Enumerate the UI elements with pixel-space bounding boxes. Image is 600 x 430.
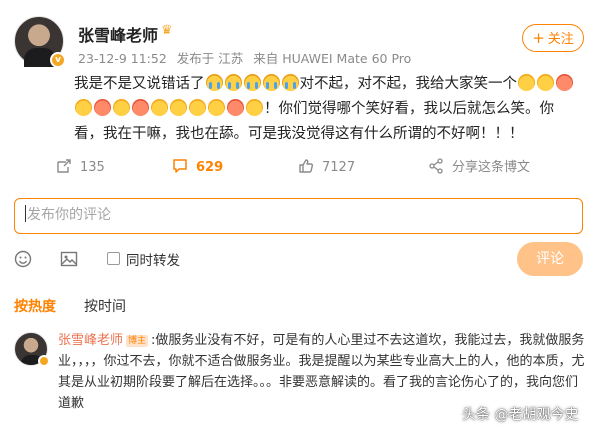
post-device: 来自 HUAWEI Mate 60 Pro <box>253 51 412 66</box>
commenter-name[interactable]: 张雪峰老师 <box>58 333 123 348</box>
post-time[interactable]: 23-12-9 11:52 <box>78 51 167 66</box>
watermark: 头条 @老胡观今史 <box>462 407 579 423</box>
forward-button[interactable]: 135 <box>56 156 105 180</box>
grin-emoji-icon <box>537 74 554 91</box>
follow-label: 关注 <box>547 32 574 47</box>
comment-input[interactable]: 发布你的评论 <box>14 198 583 234</box>
repost-checkbox[interactable] <box>107 252 120 265</box>
post-text-part-1: 我是不是又说错话了 <box>74 76 205 92</box>
like-button[interactable]: 7127 <box>298 156 355 180</box>
author-name[interactable]: 张雪峰老师 <box>78 22 158 46</box>
crown-icon: ♛ <box>161 23 173 38</box>
author-tag-badge: 博主 <box>126 335 149 347</box>
post-text-part-2: 对不起，对不起，我给大家笑一个 <box>299 76 518 92</box>
image-icon[interactable] <box>60 250 78 268</box>
laugh-emoji-icon <box>556 74 573 91</box>
forward-count: 135 <box>80 160 105 175</box>
comment-icon <box>173 159 187 173</box>
verified-badge-icon <box>38 355 50 367</box>
tab-sort-hot[interactable]: 按热度 <box>14 296 56 316</box>
post-meta: 23-12-9 11:52 发布于 江苏 来自 HUAWEI Mate 60 P… <box>78 48 417 67</box>
like-icon <box>299 159 314 173</box>
crying-emoji-icon <box>205 74 223 91</box>
crying-emoji-icon <box>243 74 261 91</box>
crying-emoji-icon <box>262 74 280 91</box>
post-location: 发布于 江苏 <box>176 51 244 66</box>
laugh-emoji-icon <box>94 99 111 116</box>
like-count: 7127 <box>322 160 356 175</box>
text-caret <box>25 205 26 222</box>
comment-count: 629 <box>196 160 224 175</box>
smirk-emoji-icon <box>208 99 225 116</box>
shy-emoji-icon <box>132 99 149 116</box>
submit-comment-button[interactable]: 评论 <box>517 242 583 276</box>
grin-emoji-icon <box>189 99 206 116</box>
smile-emoji-icon <box>170 99 187 116</box>
smile-emoji-icon <box>518 74 535 91</box>
share-label: 分享这条博文 <box>452 160 531 175</box>
wink-emoji-icon <box>151 99 168 116</box>
comment-text: 张雪峰老师 博主:做服务业没有不好，可是有的人心里过不去这道坎，我能过去，我就做服… <box>58 330 586 414</box>
blush-emoji-icon <box>227 99 244 116</box>
repost-label[interactable]: 同时转发 <box>126 249 180 269</box>
share-icon <box>429 158 443 174</box>
crying-emoji-icon <box>281 74 299 91</box>
tongue-emoji-icon <box>113 99 130 116</box>
emoji-icon[interactable] <box>14 250 32 268</box>
crying-emoji-icon <box>224 74 242 91</box>
tab-sort-time[interactable]: 按时间 <box>84 296 126 316</box>
comment-button[interactable]: 629 <box>172 156 223 180</box>
follow-button[interactable]: + 关注 <box>522 24 584 52</box>
post-text: 我是不是又说错话了 对不起，对不起，我给大家笑一个！你们觉得哪个笑好看，我以后就怎… <box>74 72 580 147</box>
post-action-bar: 135 629 7127 分享这条博文 <box>56 156 586 180</box>
forward-icon <box>57 159 71 173</box>
post-header: v 张雪峰老师 ♛ 23-12-9 11:52 发布于 江苏 来自 HUAWEI… <box>14 16 586 72</box>
plus-icon: + <box>532 29 545 47</box>
grin-emoji-icon <box>75 99 92 116</box>
share-button[interactable]: 分享这条博文 <box>428 156 530 180</box>
verified-badge-icon: v <box>50 52 66 68</box>
comment-toolbar: 同时转发 评论 <box>14 242 586 276</box>
smile-emoji-icon <box>246 99 263 116</box>
comment-placeholder: 发布你的评论 <box>27 207 111 223</box>
